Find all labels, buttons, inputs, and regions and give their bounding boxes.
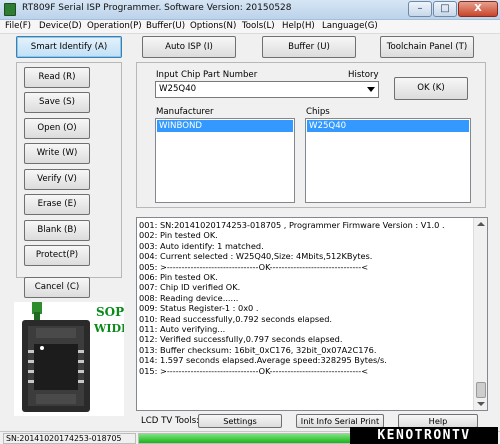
log-line: 003: Auto identify: 1 matched. <box>139 240 264 251</box>
buffer-button[interactable]: Buffer (U) <box>262 36 356 58</box>
log-line: 013: Buffer checksum: 16bit_0xC176, 32bi… <box>139 344 377 355</box>
input-chip-label: Input Chip Part Number <box>156 70 258 80</box>
help-button[interactable]: Help <box>398 414 478 428</box>
serial-number-status: SN:20141020174253-018705 <box>3 433 136 444</box>
chip-socket-image: SOP8 WIDE <box>14 302 133 416</box>
menu-language[interactable]: Language(G) <box>322 21 378 31</box>
toolchain-panel-button[interactable]: Toolchain Panel (T) <box>380 36 474 58</box>
read-button[interactable]: Read (R) <box>24 67 90 88</box>
blank-button[interactable]: Blank (B) <box>24 220 90 241</box>
save-button[interactable]: Save (S) <box>24 92 90 113</box>
open-button[interactable]: Open (O) <box>24 118 90 139</box>
log-line: 011: Auto verifying... <box>139 324 226 335</box>
menu-file[interactable]: File(F) <box>5 21 31 31</box>
log-line: 007: Chip ID verified OK. <box>139 282 241 293</box>
maximize-button[interactable]: □ <box>433 1 457 17</box>
log-line: 005: >-------------------------------OK-… <box>139 261 369 272</box>
log-line: 004: Current selected : W25Q40,Size: 4Mb… <box>139 251 373 262</box>
scroll-up-icon[interactable] <box>477 222 485 226</box>
menu-help[interactable]: Help(H) <box>282 21 315 31</box>
erase-button[interactable]: Erase (E) <box>24 194 90 215</box>
menu-bar: File(F) Device(D) Operation(P) Buffer(U)… <box>0 20 500 34</box>
app-icon <box>4 3 16 16</box>
chips-label: Chips <box>306 107 330 117</box>
manufacturer-list[interactable]: WINBOND <box>155 118 295 203</box>
verify-button[interactable]: Verify (V) <box>24 169 90 190</box>
log-line: 015: >-------------------------------OK-… <box>139 365 369 376</box>
menu-tools[interactable]: Tools(L) <box>242 21 275 31</box>
menu-buffer[interactable]: Buffer(U) <box>146 21 185 31</box>
settings-button[interactable]: Settings <box>198 414 282 428</box>
menu-options[interactable]: Options(N) <box>190 21 236 31</box>
log-line: 014: 1.597 seconds elapsed.Average speed… <box>139 355 387 366</box>
ok-button[interactable]: OK (K) <box>394 77 468 100</box>
log-line: 001: SN:20141020174253-018705 , Programm… <box>139 220 445 230</box>
minimize-button[interactable]: – <box>408 1 432 17</box>
manufacturer-label: Manufacturer <box>156 107 214 117</box>
package-label: SOP8 <box>96 305 124 319</box>
log-line: 006: Pin tested OK. <box>139 272 218 283</box>
log-line: 002: Pin tested OK. <box>139 230 218 241</box>
manufacturer-list-item[interactable]: WINBOND <box>157 120 293 132</box>
chevron-down-icon[interactable] <box>367 87 375 92</box>
chip-part-number-value: W25Q40 <box>159 84 197 94</box>
history-label: History <box>348 70 379 80</box>
watermark-logo: KENOTRONTV <box>350 427 498 444</box>
chips-list-item[interactable]: W25Q40 <box>307 120 469 132</box>
log-scrollbar[interactable] <box>473 218 487 410</box>
cancel-button[interactable]: Cancel (C) <box>24 277 90 298</box>
log-line: 008: Reading device...... <box>139 292 239 303</box>
log-line: 009: Status Register-1 : 0x0 . <box>139 303 259 314</box>
log-line: 012: Verified successfully,0.797 seconds… <box>139 334 343 345</box>
lcd-tv-tools-label: LCD TV Tools: <box>141 416 200 426</box>
scroll-down-icon[interactable] <box>477 402 485 406</box>
package-width-label: WIDE <box>93 322 124 335</box>
write-button[interactable]: Write (W) <box>24 143 90 164</box>
init-info-serial-print-button[interactable]: Init Info Serial Print <box>296 414 384 428</box>
window-title: RT809F Serial ISP Programmer. Software V… <box>22 3 292 13</box>
protect-button[interactable]: Protect(P) <box>24 245 90 266</box>
log-lines: 001: SN:20141020174253-018705 , Programm… <box>139 220 472 376</box>
sop8-socket-graphic: SOP8 WIDE <box>14 302 133 416</box>
menu-device[interactable]: Device(D) <box>39 21 82 31</box>
scroll-thumb[interactable] <box>476 382 486 398</box>
progress-bar <box>138 433 358 444</box>
log-line: 010: Read successfully,0.792 seconds ela… <box>139 313 332 324</box>
auto-isp-button[interactable]: Auto ISP (I) <box>142 36 236 58</box>
close-button[interactable]: X <box>458 1 498 17</box>
progress-fill <box>139 434 351 443</box>
smart-identify-button[interactable]: Smart Identify (A) <box>16 36 122 58</box>
chips-list[interactable]: W25Q40 <box>305 118 471 203</box>
log-output[interactable]: 001: SN:20141020174253-018705 , Programm… <box>136 217 488 411</box>
title-bar: RT809F Serial ISP Programmer. Software V… <box>0 0 500 20</box>
app-window: RT809F Serial ISP Programmer. Software V… <box>0 0 500 444</box>
chip-part-number-combo[interactable]: W25Q40 <box>155 81 379 98</box>
menu-operation[interactable]: Operation(P) <box>87 21 142 31</box>
